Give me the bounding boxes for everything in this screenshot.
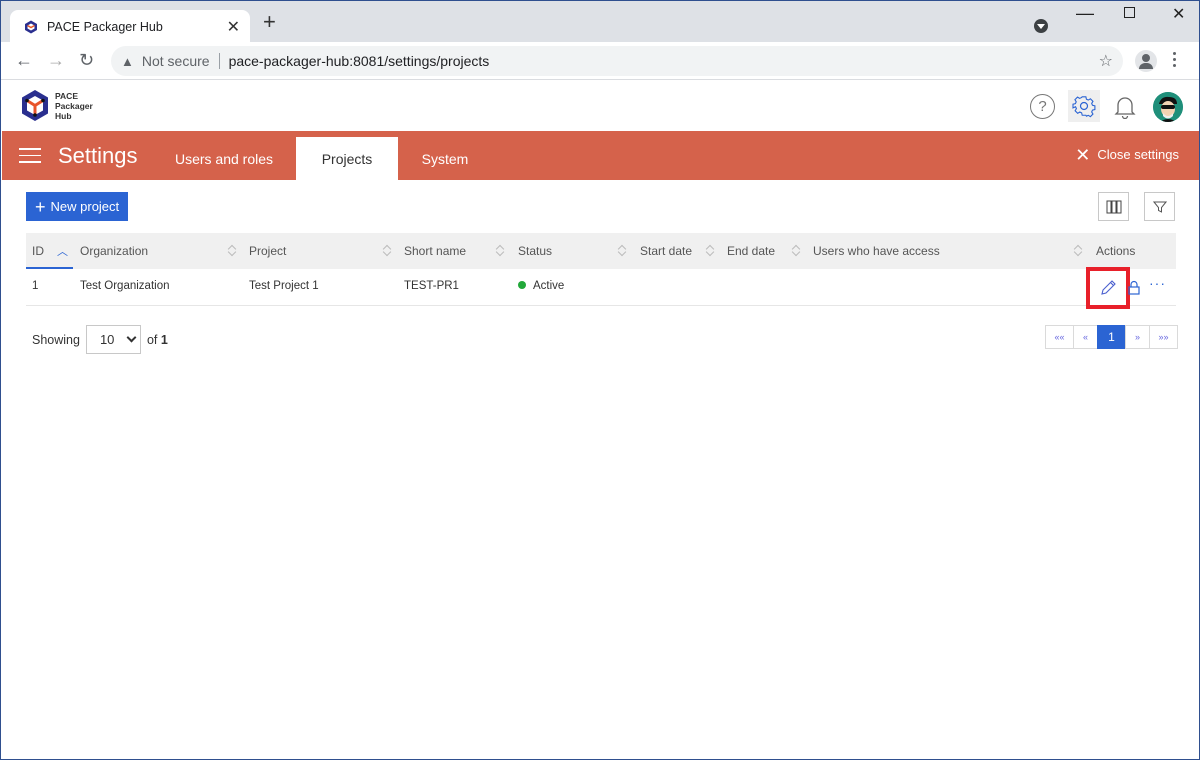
lock-icon xyxy=(1128,280,1140,295)
browser-tab[interactable]: PACE Packager Hub ✕ xyxy=(10,10,250,43)
sort-icon[interactable] xyxy=(1074,244,1082,258)
plus-icon: + xyxy=(35,196,46,217)
settings-title: Settings xyxy=(58,143,138,168)
sort-icon[interactable] xyxy=(228,244,236,258)
browser-toolbar: ← → ↻ ▲ Not secure pace-packager-hub:808… xyxy=(1,42,1199,80)
hamburger-menu-icon[interactable] xyxy=(19,148,41,168)
user-avatar[interactable] xyxy=(1153,92,1183,122)
projects-table: ID ︿ Organization Project Short name Sta… xyxy=(26,233,1176,309)
bell-icon xyxy=(1114,97,1136,119)
cell-project: Test Project 1 xyxy=(249,280,319,292)
column-header-actions: Actions xyxy=(1096,244,1136,258)
lock-project-button[interactable] xyxy=(1128,280,1140,298)
sort-icon[interactable] xyxy=(618,244,626,258)
showing-label: Showing xyxy=(32,332,80,347)
avatar-icon xyxy=(1153,92,1183,122)
next-page-button[interactable]: » xyxy=(1125,325,1150,349)
forward-icon[interactable]: → xyxy=(47,50,65,70)
filter-icon xyxy=(1152,201,1167,213)
profile-icon[interactable] xyxy=(1135,50,1157,72)
new-tab-icon[interactable]: + xyxy=(263,11,276,33)
logo-text: PACE Packager Hub xyxy=(55,91,93,121)
pencil-icon xyxy=(1101,280,1116,295)
app-header: PACE Packager Hub ? xyxy=(2,81,1199,131)
table-header: ID ︿ Organization Project Short name Sta… xyxy=(26,233,1176,269)
notifications-bell-icon[interactable] xyxy=(1111,93,1139,121)
column-header-end-date[interactable]: End date xyxy=(727,244,775,258)
page-1-button[interactable]: 1 xyxy=(1097,325,1126,349)
url-text: pace-packager-hub:8081/settings/projects xyxy=(228,53,490,69)
gear-icon xyxy=(1072,96,1096,118)
tab-search-icon[interactable] xyxy=(1034,19,1048,33)
filter-button[interactable] xyxy=(1144,192,1175,221)
sort-icon[interactable] xyxy=(496,244,504,258)
help-icon[interactable]: ? xyxy=(1030,94,1055,119)
total-pages: 1 xyxy=(160,332,168,347)
column-header-id[interactable]: ID xyxy=(32,244,44,258)
app-logo[interactable]: PACE Packager Hub xyxy=(20,89,93,122)
page-size-select[interactable]: 10 xyxy=(85,325,141,354)
logo-line-2: Packager xyxy=(55,100,93,111)
sort-ascending-icon[interactable]: ︿ xyxy=(57,243,68,259)
warning-icon: ▲ xyxy=(121,53,134,69)
cell-status: Active xyxy=(518,280,564,292)
edit-project-button[interactable] xyxy=(1086,267,1130,309)
tab-strip: PACE Packager Hub ✕ + — ✕ xyxy=(1,0,1199,43)
table-row[interactable]: 1 Test Organization Test Project 1 TEST-… xyxy=(26,267,1176,309)
logo-line-3: Hub xyxy=(55,110,72,121)
page-size-value: 10 xyxy=(99,332,115,347)
tab-title: PACE Packager Hub xyxy=(47,19,163,34)
tab-system[interactable]: System xyxy=(404,137,486,180)
sort-icon[interactable] xyxy=(706,244,714,258)
close-icon: ✕ xyxy=(1075,144,1091,165)
previous-page-button[interactable]: « xyxy=(1073,325,1098,349)
new-project-button[interactable]: + New project xyxy=(26,192,128,221)
close-settings-button[interactable]: ✕ Close settings xyxy=(1075,144,1179,165)
separator xyxy=(218,53,220,69)
column-header-short-name[interactable]: Short name xyxy=(404,244,466,258)
column-chooser-button[interactable] xyxy=(1098,192,1129,221)
maximize-icon[interactable] xyxy=(1124,5,1135,21)
status-label: Active xyxy=(533,280,565,292)
new-project-label: New project xyxy=(50,199,120,214)
tab-users-and-roles[interactable]: Users and roles xyxy=(160,137,288,180)
pace-logo-icon xyxy=(22,90,48,121)
back-icon[interactable]: ← xyxy=(15,50,33,70)
browser-window: PACE Packager Hub ✕ + — ✕ ← → ↻ ▲ Not se… xyxy=(0,0,1200,760)
pagination: «« « 1 » »» xyxy=(1045,325,1178,349)
cell-id: 1 xyxy=(32,280,39,292)
more-actions-icon[interactable]: ··· xyxy=(1149,275,1166,291)
help-glyph: ? xyxy=(1038,98,1047,115)
page-size-control: Showing 10 of 1 xyxy=(32,325,168,354)
columns-icon xyxy=(1106,200,1121,213)
column-header-status[interactable]: Status xyxy=(518,244,552,258)
sort-icon[interactable] xyxy=(383,244,391,258)
not-secure-label: Not secure xyxy=(141,53,210,69)
last-page-button[interactable]: »» xyxy=(1149,325,1178,349)
pace-favicon-icon xyxy=(25,20,37,33)
logo-line-1: PACE xyxy=(55,90,78,101)
first-page-button[interactable]: «« xyxy=(1045,325,1074,349)
close-tab-icon[interactable]: ✕ xyxy=(227,17,240,37)
column-header-organization[interactable]: Organization xyxy=(80,244,148,258)
cell-organization: Test Organization xyxy=(80,280,170,292)
tab-projects[interactable]: Projects xyxy=(296,137,398,180)
address-bar[interactable]: ▲ Not secure pace-packager-hub:8081/sett… xyxy=(111,46,1123,76)
chevron-down-icon xyxy=(126,332,137,343)
settings-bar: Settings Users and roles Projects System… xyxy=(2,131,1199,180)
window-close-icon[interactable]: ✕ xyxy=(1172,4,1185,24)
browser-menu-icon[interactable] xyxy=(1173,52,1177,70)
reload-icon[interactable]: ↻ xyxy=(79,50,94,70)
close-settings-label: Close settings xyxy=(1097,147,1179,162)
of-label: of xyxy=(146,332,158,347)
cell-short-name: TEST-PR1 xyxy=(404,280,459,292)
settings-gear-icon[interactable] xyxy=(1068,90,1100,122)
column-header-users[interactable]: Users who have access xyxy=(813,244,940,258)
status-dot-icon xyxy=(518,281,526,289)
sort-icon[interactable] xyxy=(792,244,800,258)
minimize-icon[interactable]: — xyxy=(1076,3,1094,24)
column-header-start-date[interactable]: Start date xyxy=(640,244,692,258)
column-header-project[interactable]: Project xyxy=(249,244,286,258)
bookmark-star-icon[interactable]: ☆ xyxy=(1099,51,1113,71)
